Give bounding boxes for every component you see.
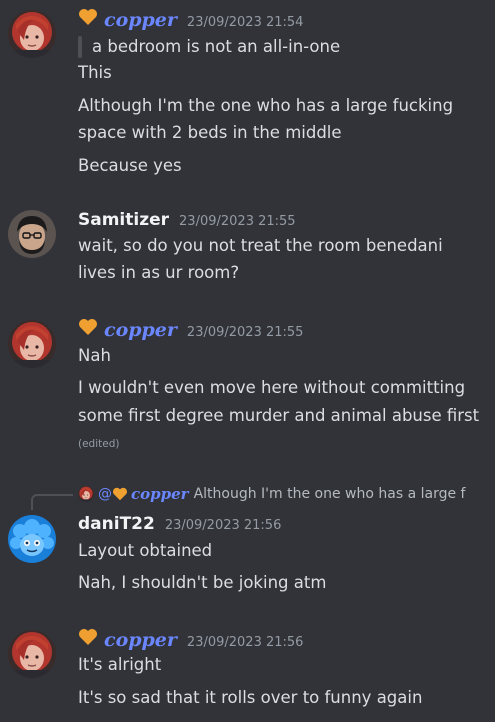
- message-line: It's so sad that it rolls over to funny …: [78, 688, 423, 707]
- avatar-danit22[interactable]: [8, 515, 56, 563]
- message-line: It's alright: [78, 655, 162, 674]
- reply-text: Although I'm the one who has a large f: [193, 486, 466, 502]
- message-line: This: [78, 63, 112, 82]
- author-name[interactable]: Samitizer: [78, 210, 169, 230]
- message-header: daniT22 23/09/2023 21:56: [78, 514, 281, 534]
- heart-icon: [78, 628, 98, 646]
- message-header: Samitizer 23/09/2023 21:55: [78, 210, 296, 230]
- message-line: Nah: [78, 346, 111, 365]
- timestamp[interactable]: 23/09/2023 21:54: [187, 15, 304, 30]
- heart-icon: [112, 487, 128, 501]
- heart-icon: [78, 8, 98, 26]
- avatar-copper[interactable]: [8, 320, 56, 368]
- avatar-copper[interactable]: [8, 630, 56, 678]
- reply-author[interactable]: copper: [131, 485, 189, 503]
- message-header: copper 23/09/2023 21:55: [78, 318, 304, 341]
- timestamp[interactable]: 23/09/2023 21:56: [187, 635, 304, 650]
- heart-icon: [78, 318, 98, 336]
- avatar-samitizer[interactable]: [8, 210, 56, 258]
- message-line: some first degree murder and animal abus…: [78, 406, 480, 425]
- message-line: I wouldn't even move here without commit…: [78, 378, 466, 397]
- timestamp[interactable]: 23/09/2023 21:56: [165, 518, 282, 533]
- message-line: Because yes: [78, 156, 182, 175]
- author-name[interactable]: daniT22: [78, 514, 155, 534]
- message-line: Layout obtained: [78, 541, 213, 560]
- timestamp[interactable]: 23/09/2023 21:55: [179, 214, 296, 229]
- reply-at: @: [98, 486, 112, 502]
- author-name[interactable]: copper: [104, 9, 177, 31]
- author-name[interactable]: copper: [104, 319, 177, 341]
- message-line: space with 2 beds in the middle: [78, 123, 342, 142]
- message-header: copper 23/09/2023 21:56: [78, 628, 304, 651]
- message-line: lives in as ur room?: [78, 263, 240, 282]
- blockquote: a bedroom is not an all-in-one: [78, 36, 340, 58]
- message-line: Nah, I shouldn't be joking atm: [78, 573, 327, 592]
- message-line: wait, so do you not treat the room bened…: [78, 236, 443, 255]
- avatar-copper: [78, 486, 94, 502]
- message-line: Although I'm the one who has a large fuc…: [78, 96, 454, 115]
- timestamp[interactable]: 23/09/2023 21:55: [187, 325, 304, 340]
- reply-spine: [31, 494, 73, 510]
- author-name[interactable]: copper: [104, 629, 177, 651]
- avatar-copper[interactable]: [8, 10, 56, 58]
- edited-label: (edited): [78, 438, 120, 450]
- reply-preview[interactable]: @ copper Although I'm the one who has a …: [78, 485, 495, 503]
- message-header: copper 23/09/2023 21:54: [78, 8, 304, 31]
